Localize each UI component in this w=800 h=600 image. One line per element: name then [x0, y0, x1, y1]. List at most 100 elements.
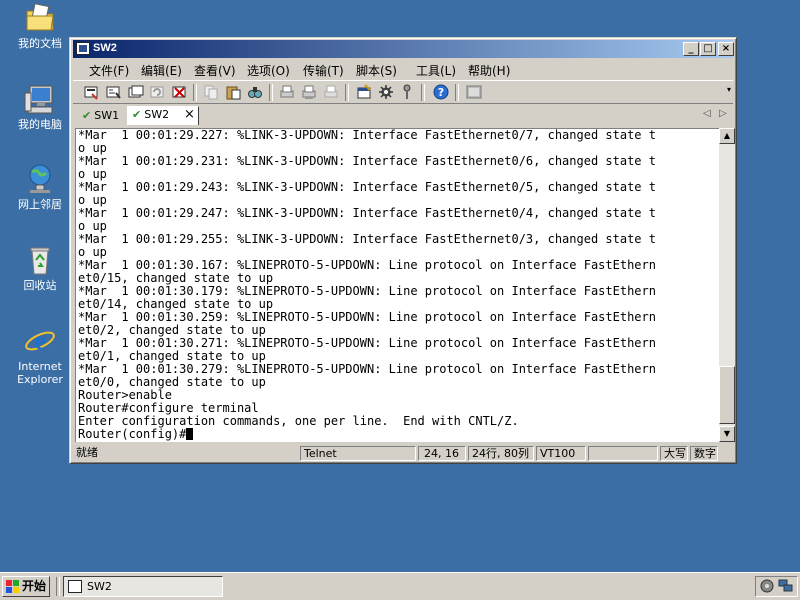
paste-icon[interactable]: [225, 84, 241, 100]
taskbar-separator: [56, 577, 60, 596]
start-label: 开始: [22, 579, 47, 593]
terminal-prompt: Router(config)#: [78, 427, 187, 441]
tab-prev-icon[interactable]: ◁: [703, 108, 711, 119]
terminal-line: *Mar 1 00:01:29.247: %LINK-3-UPDOWN: Int…: [78, 206, 656, 220]
volume-icon[interactable]: [760, 579, 774, 596]
reconnect-icon[interactable]: [149, 84, 165, 100]
menu-script[interactable]: 脚本(S): [356, 62, 397, 79]
terminal-text: *Mar 1 00:01:29.227: %LINK-3-UPDOWN: Int…: [78, 129, 656, 441]
desktop: 我的文档 我的电脑 网上邻居 回收站 e Internet Explorer S…: [0, 0, 800, 572]
title-bar[interactable]: SW2 _ □ ×: [73, 40, 734, 58]
tab-sw2[interactable]: ✔ SW2 ×: [127, 106, 199, 125]
terminal-line: o up: [78, 245, 107, 259]
terminal-line: *Mar 1 00:01:29.227: %LINK-3-UPDOWN: Int…: [78, 128, 656, 142]
close-button[interactable]: ×: [718, 42, 734, 56]
menu-help[interactable]: 帮助(H): [468, 62, 510, 79]
quick-connect-icon[interactable]: [105, 84, 121, 100]
toolbar: ? ▾: [73, 80, 733, 104]
desktop-icon-network-places[interactable]: 网上邻居: [6, 163, 74, 211]
toolbar-separator: [455, 84, 459, 101]
terminal-line: et0/2, changed state to up: [78, 323, 266, 337]
start-button[interactable]: 开始: [2, 576, 50, 597]
menu-view[interactable]: 查看(V): [194, 62, 236, 79]
my-documents-icon: [24, 2, 56, 34]
session-tabs: ✔ SW1 ✔ SW2 × ◁ ▷: [73, 105, 733, 125]
toolbar-separator: [193, 84, 197, 101]
scroll-down-button[interactable]: ▼: [719, 426, 735, 442]
help-icon[interactable]: ?: [433, 84, 449, 100]
maximize-button[interactable]: □: [700, 42, 716, 56]
desktop-icon-my-computer[interactable]: 我的电脑: [6, 83, 74, 131]
taskbar-item-label: SW2: [87, 580, 112, 593]
taskbar: 开始 SW2: [0, 572, 800, 600]
toolbar-separator: [269, 84, 273, 101]
terminal-line: *Mar 1 00:01:30.271: %LINEPROTO-5-UPDOWN…: [78, 336, 656, 350]
app-icon: [68, 580, 82, 593]
status-num: 数字: [690, 446, 718, 461]
svg-text:e: e: [34, 326, 46, 355]
desktop-icon-label: 网上邻居: [18, 198, 62, 211]
sftp-icon[interactable]: [466, 84, 482, 100]
recycle-bin-icon: [24, 244, 56, 276]
tab-close-icon[interactable]: ×: [184, 107, 195, 123]
status-caps: 大写: [660, 446, 688, 461]
menu-tools[interactable]: 工具(L): [416, 62, 456, 79]
terminal-lines: *Mar 1 00:01:29.227: %LINK-3-UPDOWN: Int…: [78, 128, 656, 428]
terminal-output[interactable]: *Mar 1 00:01:29.227: %LINK-3-UPDOWN: Int…: [75, 128, 719, 442]
terminal-line: *Mar 1 00:01:30.167: %LINEPROTO-5-UPDOWN…: [78, 258, 656, 272]
svg-text:?: ?: [438, 86, 444, 99]
terminal-line: *Mar 1 00:01:30.279: %LINEPROTO-5-UPDOWN…: [78, 362, 656, 376]
my-computer-icon: [24, 83, 56, 115]
terminal-window: SW2 _ □ × 文件(F) 编辑(E) 查看(V) 选项(O) 传输(T) …: [69, 37, 737, 464]
scroll-up-button[interactable]: ▲: [719, 128, 735, 144]
copy-icon[interactable]: [203, 84, 219, 100]
vertical-scrollbar[interactable]: ▲ ▼: [719, 128, 735, 442]
tab-label: SW1: [94, 109, 120, 122]
desktop-icon-my-documents[interactable]: 我的文档: [6, 2, 74, 50]
tab-sw1[interactable]: ✔ SW1: [79, 108, 127, 125]
terminal-cursor: [186, 428, 194, 440]
menu-options[interactable]: 选项(O): [247, 62, 290, 79]
connect-icon[interactable]: [83, 84, 99, 100]
terminal-line: o up: [78, 167, 107, 181]
global-options-icon[interactable]: [378, 84, 394, 100]
print-icon[interactable]: [279, 84, 295, 100]
keymap-icon[interactable]: [399, 84, 415, 100]
tab-label: SW2: [144, 108, 170, 121]
desktop-icon-recycle-bin[interactable]: 回收站: [6, 244, 74, 292]
system-tray: [755, 576, 798, 597]
toolbar-overflow-icon[interactable]: ▾: [727, 85, 731, 94]
network-icon[interactable]: [778, 579, 794, 596]
scroll-thumb[interactable]: [719, 366, 735, 424]
desktop-icon-label: 我的文档: [18, 37, 62, 50]
desktop-icon-internet-explorer[interactable]: e Internet Explorer: [6, 325, 74, 386]
menu-transfer[interactable]: 传输(T): [303, 62, 344, 79]
taskbar-item-sw2[interactable]: SW2: [63, 576, 223, 597]
terminal-line: Router>enable: [78, 388, 172, 402]
connected-check-icon: ✔: [132, 108, 142, 121]
status-cursor-position: 24, 16: [418, 446, 466, 461]
terminal-line: et0/0, changed state to up: [78, 375, 266, 389]
menu-bar: 文件(F) 编辑(E) 查看(V) 选项(O) 传输(T) 脚本(S) 工具(L…: [73, 59, 733, 78]
menu-file[interactable]: 文件(F): [89, 62, 129, 79]
minimize-button[interactable]: _: [683, 42, 699, 56]
internet-explorer-icon: e: [24, 325, 56, 357]
terminal-line: *Mar 1 00:01:29.231: %LINK-3-UPDOWN: Int…: [78, 154, 656, 168]
status-bar: 就绪 Telnet 24, 16 24行, 80列 VT100 大写 数字: [73, 445, 733, 462]
terminal-line: *Mar 1 00:01:29.255: %LINK-3-UPDOWN: Int…: [78, 232, 656, 246]
disconnect-icon[interactable]: [171, 84, 187, 100]
network-places-icon: [24, 163, 56, 195]
print-screen-icon[interactable]: [323, 84, 339, 100]
session-options-icon[interactable]: [356, 84, 372, 100]
status-ready: 就绪: [76, 446, 98, 459]
print-setup-icon[interactable]: [301, 84, 317, 100]
terminal-line: o up: [78, 193, 107, 207]
connect-tab-icon[interactable]: [128, 84, 144, 100]
find-icon[interactable]: [247, 84, 263, 100]
terminal-line: Enter configuration commands, one per li…: [78, 414, 519, 428]
terminal-line: et0/15, changed state to up: [78, 271, 274, 285]
desktop-icon-label: 回收站: [23, 279, 57, 292]
tab-next-icon[interactable]: ▷: [719, 108, 727, 119]
desktop-icon-label: 我的电脑: [18, 118, 62, 131]
menu-edit[interactable]: 编辑(E): [141, 62, 182, 79]
